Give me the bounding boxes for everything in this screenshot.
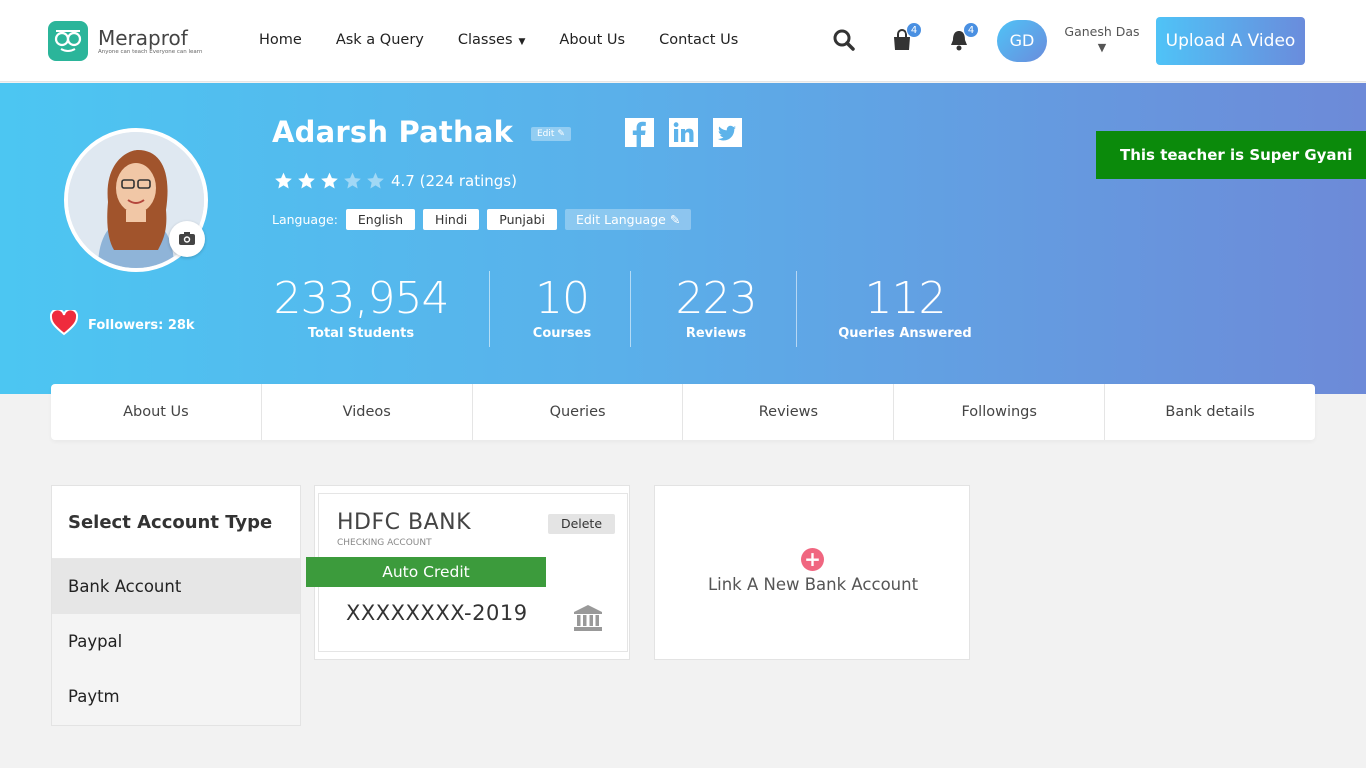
language-chip: English [345,209,416,230]
nav-about-us[interactable]: About Us [559,32,625,48]
nav-classes[interactable]: Classes ▼ [458,32,526,48]
tab-videos[interactable]: Videos [262,384,473,440]
divider [630,271,631,347]
language-row: Language: English Hindi Punjabi Edit Lan… [272,209,692,230]
tab-followings[interactable]: Followings [894,384,1106,440]
nav-home[interactable]: Home [259,32,302,48]
stat-queries-answered: 112 Queries Answered [832,272,978,341]
edit-language-label: Edit Language [575,212,666,227]
followers-count[interactable]: Followers: 28k [49,308,195,340]
account-number: XXXXXXXX-2019 [346,601,528,625]
tab-reviews[interactable]: Reviews [683,384,895,440]
bank-building-icon [573,604,603,636]
tab-queries[interactable]: Queries [473,384,684,440]
twitter-icon[interactable] [713,118,742,147]
notification-count-badge: 4 [963,22,979,38]
nav-contact-us[interactable]: Contact Us [659,32,738,48]
linkedin-icon[interactable] [669,118,698,147]
upload-video-button[interactable]: Upload A Video [1156,17,1305,65]
star-icon [298,172,315,189]
change-photo-button[interactable] [169,221,205,257]
pencil-icon: ✎ [557,129,565,139]
rating: 4.7 (224 ratings) [272,171,517,191]
stat-label: Total Students [307,326,415,341]
delete-button[interactable]: Delete [548,514,615,534]
stat-number: 112 [864,273,947,324]
chevron-down-icon: ▼ [518,37,526,47]
cart-count-badge: 4 [906,22,922,38]
language-chip: Hindi [423,209,480,230]
logo-name: Meraprof [98,26,188,50]
tab-about-us[interactable]: About Us [51,384,262,440]
link-new-bank-card[interactable]: + Link A New Bank Account [654,485,970,660]
profile-tabs: About Us Videos Queries Reviews Followin… [51,384,1315,440]
facebook-icon[interactable] [625,118,654,147]
account-type: CHECKING ACCOUNT [337,538,432,548]
stat-reviews: 223 Reviews [660,272,772,341]
user-menu[interactable]: Ganesh Das ▼ [1060,24,1144,54]
bank-name: HDFC BANK [337,510,472,535]
account-type-panel: Select Account Type Bank Account Paypal … [51,485,301,726]
user-name: Ganesh Das [1064,24,1140,39]
account-type-title: Select Account Type [52,486,300,559]
edit-language-button[interactable]: Edit Language ✎ [564,209,692,230]
rating-text: 4.7 (224 ratings) [391,172,517,190]
edit-name-button[interactable]: Edit ✎ [531,127,571,141]
stat-label: Queries Answered [838,326,972,341]
caret-down-icon: ▼ [1097,41,1107,54]
stat-number: 223 [675,273,758,324]
divider [489,271,490,347]
account-type-paypal[interactable]: Paypal [52,614,300,669]
camera-icon [179,232,195,245]
heart-icon [49,308,79,340]
account-type-paytm[interactable]: Paytm [52,669,300,724]
nav-ask-query[interactable]: Ask a Query [336,32,424,48]
pencil-icon: ✎ [669,212,681,227]
stat-number: 10 [535,273,590,324]
logo-mark-icon [48,21,88,61]
tab-bank-details[interactable]: Bank details [1105,384,1315,440]
logo[interactable]: Meraprof Anyone can teach Everyone can l… [48,21,202,61]
divider [796,271,797,347]
language-label: Language: [272,212,338,227]
super-gyani-badge: This teacher is Super Gyani [1096,131,1366,179]
nav-classes-label: Classes [457,32,513,48]
auto-credit-ribbon: Auto Credit [306,557,546,587]
star-icon [321,172,338,189]
notifications-button[interactable]: 4 [947,22,979,54]
edit-label: Edit [537,129,555,139]
cart-button[interactable]: 4 [890,22,922,54]
stat-label: Reviews [685,326,747,341]
teacher-name: Adarsh Pathak [272,115,514,149]
star-empty-icon [344,172,361,189]
user-avatar[interactable]: GD [997,20,1047,62]
stat-courses: 10 Courses [510,272,614,341]
language-chip: Punjabi [487,209,557,230]
star-empty-icon [367,172,384,189]
logo-tagline: Anyone can teach Everyone can learn [98,49,203,55]
stat-label: Courses [532,326,592,341]
main-nav: Home Ask a Query Classes ▼ About Us Conta… [259,32,772,48]
followers-text: Followers: 28k [88,317,195,333]
star-icon [275,172,292,189]
stat-number: 233,954 [273,273,450,324]
plus-icon: + [801,548,824,571]
top-navbar: Meraprof Anyone can teach Everyone can l… [0,0,1366,82]
link-new-bank-label: Link A New Bank Account [707,575,919,594]
stat-total-students: 233,954 Total Students [272,272,450,341]
account-type-bank[interactable]: Bank Account [52,559,300,614]
search-icon[interactable] [832,28,858,54]
